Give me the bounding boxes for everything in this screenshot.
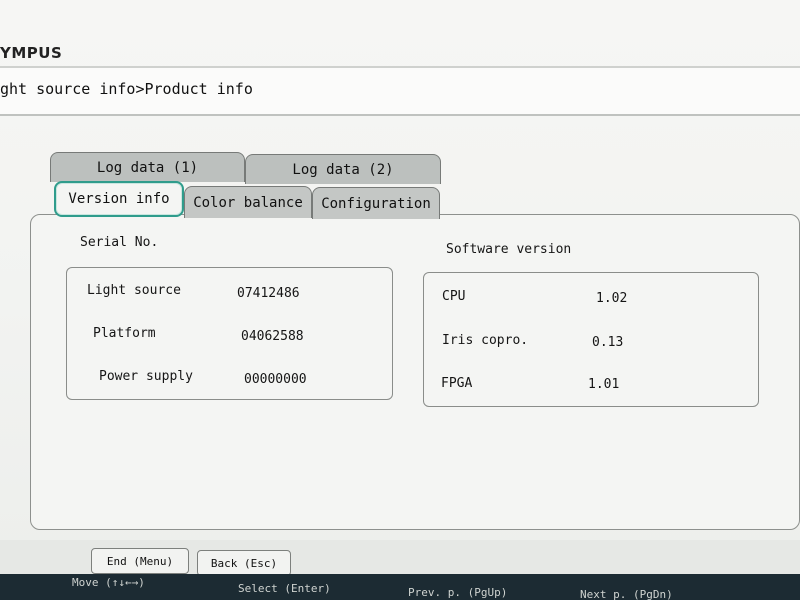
- hint-move: Move (↑↓←→): [72, 576, 145, 589]
- software-value-cpu: 1.02: [596, 291, 628, 306]
- hint-prev-page: Prev. p. (PgUp): [408, 586, 508, 599]
- end-menu-button[interactable]: End (Menu): [91, 548, 189, 574]
- software-label-iris-copro: Iris copro.: [442, 333, 529, 348]
- serial-value-light-source: 07412486: [237, 286, 300, 301]
- breadcrumb: ght source info>Product info: [0, 80, 253, 98]
- brand-logo: YMPUS: [0, 44, 63, 62]
- serial-label-platform: Platform: [93, 326, 156, 341]
- tab-version-info[interactable]: Version info: [54, 181, 184, 217]
- hint-next-page: Next p. (PgDn): [580, 588, 673, 600]
- button-label: End (Menu): [106, 554, 174, 568]
- serial-value-platform: 04062588: [241, 329, 304, 344]
- screen: YMPUS ght source info>Product info Log d…: [0, 0, 800, 600]
- hint-select: Select (Enter): [238, 582, 331, 595]
- tab-label: Log data (1): [96, 159, 199, 176]
- software-label-cpu: CPU: [442, 289, 466, 304]
- tab-label: Version info: [68, 191, 170, 207]
- serial-label-light-source: Light source: [87, 283, 181, 298]
- software-section-title: Software version: [446, 242, 572, 257]
- back-esc-button[interactable]: Back (Esc): [197, 550, 291, 576]
- serial-section-title: Serial No.: [80, 235, 159, 250]
- software-value-fpga: 1.01: [588, 377, 620, 392]
- software-label-fpga: FPGA: [441, 376, 473, 391]
- serial-value-power-supply: 00000000: [244, 372, 307, 387]
- tab-label: Color balance: [193, 194, 303, 211]
- tab-log-data-2[interactable]: Log data (2): [245, 154, 441, 184]
- tab-configuration[interactable]: Configuration: [312, 187, 440, 219]
- tab-color-balance[interactable]: Color balance: [184, 186, 312, 218]
- software-value-iris-copro: 0.13: [592, 335, 624, 350]
- tab-log-data-1[interactable]: Log data (1): [50, 152, 245, 182]
- button-label: Back (Esc): [210, 556, 278, 570]
- tab-label: Log data (2): [292, 161, 394, 178]
- tab-label: Configuration: [321, 195, 431, 212]
- serial-label-power-supply: Power supply: [99, 369, 193, 384]
